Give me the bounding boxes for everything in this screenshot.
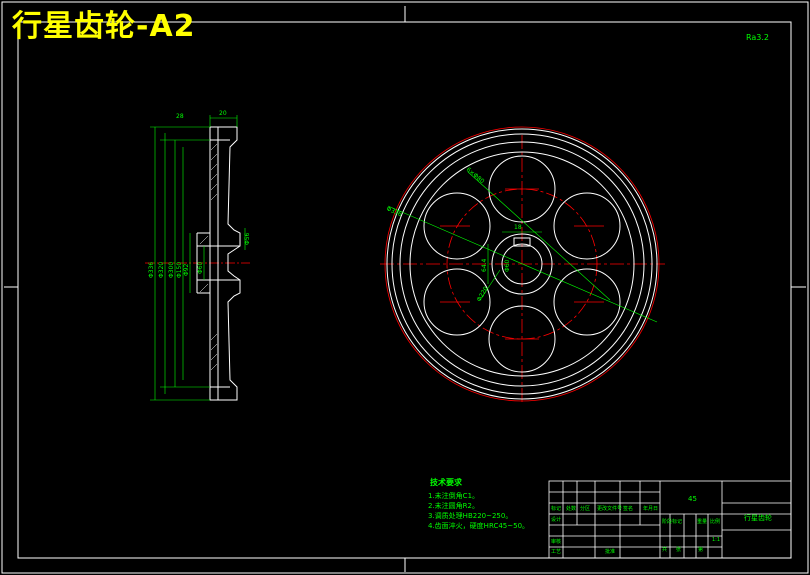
front-dim-outer: Φ336 <box>385 205 403 218</box>
tb-label-sheet: 张 <box>676 547 682 553</box>
hatch-3 <box>210 163 218 171</box>
title-block-material: 45 <box>688 495 697 503</box>
front-dim-bore: Φ60 <box>504 259 511 272</box>
front-dim-pcd: Φ220 <box>476 285 490 303</box>
hatch-8 <box>210 343 218 351</box>
drawing-title: 行星齿轮-A2 <box>12 9 196 44</box>
tech-item: 4.齿面淬火，硬度HRC45~50。 <box>428 522 530 530</box>
tech-item: 1.未注倒角C1。 <box>428 492 480 500</box>
hatch-5 <box>210 183 218 191</box>
dim-right: Φ56 <box>244 232 251 245</box>
title-block-part-name: 行星齿轮 <box>744 514 772 522</box>
dim-d5: Φ92 <box>183 263 190 276</box>
tb-label-design: 设计 <box>551 517 562 523</box>
dim-d6: Φ60 <box>197 261 204 274</box>
tb-label-weight: 重量 <box>697 519 708 525</box>
sheet-border <box>1 1 809 574</box>
tb-label-date: 年月日 <box>643 506 659 512</box>
tb-label-process: 工艺 <box>551 549 562 555</box>
dim-d4: Φ150 <box>176 262 183 278</box>
dim-d2: Φ320 <box>158 262 165 278</box>
hatch-11 <box>199 235 209 245</box>
dim-side-top: 28 <box>176 113 184 120</box>
tb-label-stage: 阶段标记 <box>662 519 683 525</box>
front-view: Φ336 6×Φ80 18 Φ60 64.4 Φ220 <box>380 126 665 405</box>
drawing-frame <box>17 21 792 559</box>
tb-label-review: 审核 <box>551 539 562 545</box>
hatch-4 <box>210 173 218 181</box>
tech-item: 3.调质处理HB220~250。 <box>428 512 513 520</box>
technical-requirements: 技术要求 1.未注倒角C1。 2.未注圆角R2。 3.调质处理HB220~250… <box>428 478 529 531</box>
side-section-view: 28 20 Φ336 Φ320 Φ300 Φ150 Φ92 Φ60 Φ56 <box>145 110 251 401</box>
tb-label-count: 处数 <box>566 506 577 512</box>
front-dim-diag-holes <box>467 171 611 301</box>
hatch-12 <box>199 283 209 293</box>
surface-finish-symbol: Ra3.2 <box>746 33 770 42</box>
tb-label-zone: 分区 <box>580 506 591 512</box>
gear-drawing-svg: 28 20 Φ336 Φ320 Φ300 Φ150 Φ92 Φ60 Φ56 Φ3… <box>1 1 809 574</box>
tech-item: 2.未注圆角R2。 <box>428 502 479 510</box>
tech-heading: 技术要求 <box>430 478 462 487</box>
tb-label-sign: 签名 <box>623 506 634 512</box>
front-dim-holes: 6×Φ80 <box>465 166 486 185</box>
dim-side-width: 20 <box>219 110 227 117</box>
tb-label-approve: 批准 <box>605 549 616 555</box>
dim-d3: Φ300 <box>168 262 175 278</box>
hatch-1 <box>210 143 218 151</box>
tb-label-change-doc: 更改文件号 <box>597 506 623 512</box>
dim-d1: Φ336 <box>148 262 155 278</box>
hatch-7 <box>210 333 218 341</box>
hatch-10 <box>210 363 218 371</box>
tb-label-scale: 比例 <box>710 519 721 525</box>
hatch-2 <box>210 153 218 161</box>
side-profile-outline <box>209 126 241 401</box>
tb-label-mark: 标记 <box>551 506 562 512</box>
hatch-6 <box>210 193 218 201</box>
drawing-canvas: 28 20 Φ336 Φ320 Φ300 Φ150 Φ92 Φ60 Φ56 Φ3… <box>0 0 810 575</box>
hatch-9 <box>210 353 218 361</box>
front-dim-key: 18 <box>514 224 522 231</box>
front-dim-h: 64.4 <box>481 258 488 272</box>
tb-label-no: 第 <box>698 547 704 553</box>
tb-label-total: 共 <box>662 547 668 553</box>
title-block-scale: 1:1 <box>712 537 721 543</box>
